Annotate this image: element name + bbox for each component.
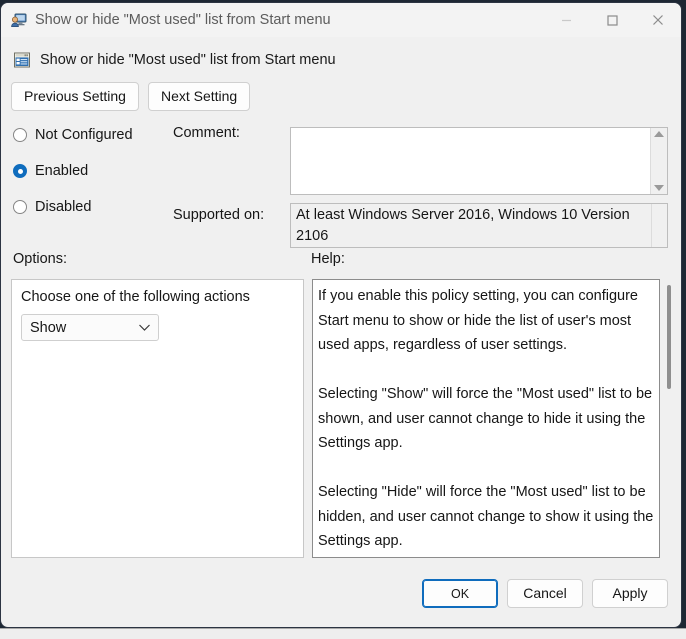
help-label: Help: <box>311 251 345 267</box>
setting-title: Show or hide "Most used" list from Start… <box>40 52 336 68</box>
radio-label-disabled: Disabled <box>35 199 92 215</box>
radio-indicator-disabled[interactable] <box>13 200 27 214</box>
supported-on-value: At least Windows Server 2016, Windows 10… <box>296 207 630 244</box>
help-panel[interactable]: If you enable this policy setting, you c… <box>312 279 660 558</box>
chevron-down-icon <box>139 324 150 331</box>
policy-state-area: Not Configured Enabled Disabled Comment:… <box>1 123 681 251</box>
radio-disabled[interactable]: Disabled <box>13 199 91 215</box>
options-panel: Choose one of the following actions Show <box>11 279 304 558</box>
apply-button[interactable]: Apply <box>592 579 668 608</box>
cancel-button-label: Cancel <box>523 585 567 601</box>
radio-label-not-configured: Not Configured <box>35 127 133 143</box>
title-bar: Show or hide "Most used" list from Start… <box>1 3 681 37</box>
radio-label-enabled: Enabled <box>35 163 89 179</box>
maximize-button[interactable] <box>589 3 635 37</box>
ok-button-label: OK <box>450 587 470 601</box>
comment-input[interactable] <box>291 128 650 194</box>
setting-header: Show or hide "Most used" list from Start… <box>1 37 681 74</box>
policy-setting-dialog: Show or hide "Most used" list from Start… <box>0 2 682 628</box>
next-setting-button[interactable]: Next Setting <box>147 82 251 111</box>
scroll-up-icon[interactable] <box>654 131 664 137</box>
supported-on-scrollbar[interactable] <box>650 204 667 247</box>
close-icon <box>653 15 663 25</box>
help-text: If you enable this policy setting, you c… <box>318 288 654 549</box>
radio-not-configured[interactable]: Not Configured <box>13 127 133 143</box>
comment-field[interactable] <box>290 127 668 195</box>
dialog-footer: OK Cancel Apply <box>1 569 681 627</box>
cancel-button[interactable]: Cancel <box>507 579 583 608</box>
action-dropdown-value: Show <box>30 319 67 336</box>
radio-indicator-enabled[interactable] <box>13 164 27 178</box>
supported-on-label: Supported on: <box>173 207 265 223</box>
radio-indicator-not-configured[interactable] <box>13 128 27 142</box>
apply-button-label: Apply <box>612 585 648 601</box>
policy-setting-icon <box>13 51 31 69</box>
supported-on-field: At least Windows Server 2016, Windows 10… <box>290 203 668 248</box>
ok-button[interactable]: OK <box>422 579 498 608</box>
previous-setting-button[interactable]: Previous Setting <box>11 82 139 111</box>
background-window-edge <box>0 628 686 639</box>
scroll-down-icon[interactable] <box>654 185 664 191</box>
minimize-icon <box>561 19 571 21</box>
action-dropdown[interactable]: Show <box>21 314 159 341</box>
window-title: Show or hide "Most used" list from Start… <box>35 12 331 28</box>
minimize-button[interactable] <box>543 3 589 37</box>
options-label: Options: <box>13 251 67 267</box>
setting-navigation: Previous Setting Next Setting <box>1 74 681 111</box>
radio-enabled[interactable]: Enabled <box>13 163 88 179</box>
panel-headers: Options: Help: <box>1 251 681 275</box>
panels-area: Choose one of the following actions Show… <box>1 279 681 561</box>
footer-buttons: OK Cancel Apply <box>422 579 668 608</box>
comment-label: Comment: <box>173 125 240 141</box>
options-prompt: Choose one of the following actions <box>21 289 250 305</box>
maximize-icon <box>606 14 618 26</box>
group-policy-setting-icon <box>11 12 27 28</box>
close-button[interactable] <box>635 3 681 37</box>
help-scrollbar-thumb[interactable] <box>667 285 671 389</box>
comment-scrollbar[interactable] <box>650 128 667 194</box>
